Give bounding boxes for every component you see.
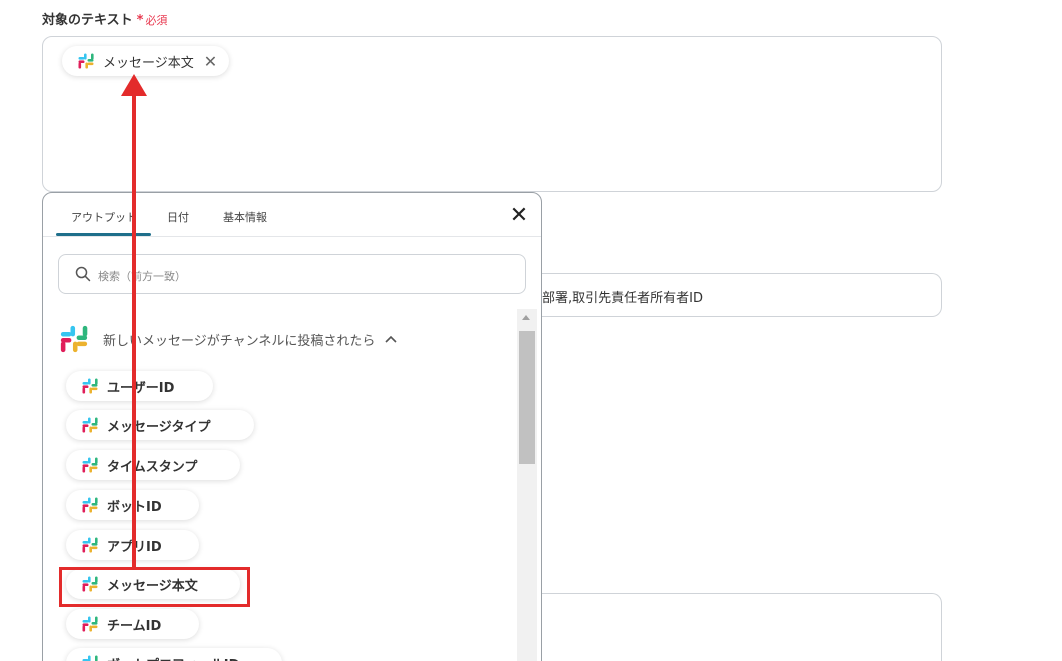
annotation-arrow xyxy=(121,74,147,567)
